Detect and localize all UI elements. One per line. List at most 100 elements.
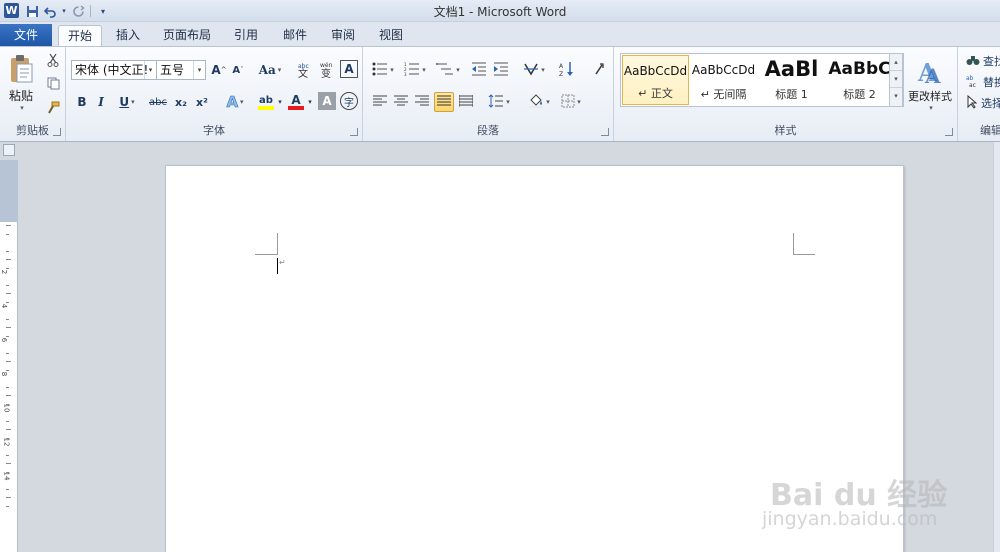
replace-icon: ab ac — [966, 74, 980, 91]
format-painter-button[interactable] — [44, 99, 62, 119]
font-group: 宋体 (中文正! ▾ 五号 ▾ A ^ Aˇ Aa ▾ abc 文 wén 变 A — [66, 47, 363, 141]
font-name-dropdown-icon[interactable]: ▾ — [144, 61, 156, 79]
styles-gallery-scroll: ▴ ▾ ▾ — [889, 53, 903, 107]
justify-button[interactable] — [434, 92, 454, 112]
find-button[interactable]: 查找 — [966, 51, 1000, 71]
grow-font-caret-icon: ^ — [220, 66, 227, 74]
decrease-indent-button[interactable] — [469, 60, 489, 80]
tab-page-layout[interactable]: 页面布局 — [154, 25, 220, 46]
show-formatting-marks-button[interactable] — [589, 60, 609, 80]
character-border-button[interactable]: A — [340, 60, 358, 78]
bold-button[interactable]: B — [74, 92, 90, 112]
change-case-dropdown-icon: ▾ — [277, 66, 282, 74]
align-center-icon — [394, 95, 408, 110]
select-button[interactable]: 选择 — [966, 93, 1000, 113]
align-left-button[interactable] — [371, 92, 389, 112]
gallery-scroll-down-icon[interactable]: ▾ — [890, 71, 902, 88]
crop-mark-top-right-vertical — [793, 233, 794, 255]
shrink-font-button[interactable]: Aˇ — [229, 60, 247, 80]
cut-button[interactable] — [44, 51, 62, 71]
strikethrough-button[interactable]: abc — [146, 92, 170, 112]
line-spacing-button[interactable]: ▾ — [485, 92, 513, 112]
tab-insert[interactable]: 插入 — [106, 25, 150, 46]
character-border-icon: A — [344, 62, 354, 76]
replace-button[interactable]: ab ac 替换 — [966, 72, 1000, 92]
ruler-tick — [6, 293, 11, 294]
style-heading-2-sample: AaBbC — [828, 59, 891, 79]
ruler-tick — [6, 250, 9, 252]
tab-file[interactable]: 文件 — [0, 24, 52, 46]
tab-view[interactable]: 视图 — [368, 25, 414, 46]
ribbon-tab-row: 文件 开始 插入 页面布局 引用 邮件 审阅 视图 — [0, 22, 1000, 46]
crop-mark-top-right-horizontal — [793, 254, 815, 255]
borders-icon — [561, 94, 575, 111]
copy-button[interactable] — [44, 75, 62, 95]
sort-icon: AZ — [559, 61, 575, 80]
asian-layout-button[interactable]: ▾ — [521, 60, 547, 80]
increase-indent-button[interactable] — [491, 60, 511, 80]
tab-review[interactable]: 审阅 — [320, 25, 366, 46]
highlight-dropdown-icon[interactable]: ▾ — [276, 92, 284, 112]
style-normal[interactable]: AaBbCcDd ↵ 正文 — [622, 55, 689, 105]
clear-format-button[interactable]: wén 变 — [318, 60, 338, 80]
svg-text:文: 文 — [298, 67, 308, 78]
align-left-icon — [373, 95, 387, 110]
sort-button[interactable]: AZ — [557, 60, 577, 80]
ruler-tick — [6, 259, 11, 260]
change-case-button[interactable]: Aa ▾ — [257, 60, 283, 80]
underline-button[interactable]: U ▾ — [114, 92, 140, 112]
borders-dropdown-icon: ▾ — [577, 98, 581, 106]
ruler-tick — [6, 505, 9, 507]
styles-dialog-launcher-icon[interactable] — [945, 128, 953, 136]
vertical-scrollbar[interactable] — [993, 142, 1000, 552]
numbering-button[interactable]: 1 2 3 ▾ — [401, 60, 429, 80]
ruler-tick — [6, 352, 9, 354]
paragraph-group-label: 段落 — [477, 124, 499, 137]
bullets-button[interactable]: ▾ — [369, 60, 397, 80]
superscript-button[interactable]: x² — [193, 92, 211, 112]
ruler-toggle-icon[interactable] — [3, 144, 15, 156]
borders-button[interactable]: ▾ — [557, 92, 585, 112]
italic-button[interactable]: I — [93, 92, 109, 112]
paste-dropdown-icon: ▾ — [20, 104, 24, 112]
pinyin-guide-icon: abc 文 — [296, 60, 314, 81]
multilevel-list-button[interactable]: ▾ — [433, 60, 463, 80]
font-dialog-launcher-icon[interactable] — [350, 128, 358, 136]
subscript-button[interactable]: x₂ — [172, 92, 190, 112]
gallery-more-icon[interactable]: ▾ — [890, 88, 902, 105]
style-heading-1[interactable]: AaBl 标题 1 — [758, 55, 825, 105]
style-heading-2[interactable]: AaBbC 标题 2 — [826, 55, 893, 105]
tab-mailings[interactable]: 邮件 — [272, 25, 318, 46]
align-center-button[interactable] — [392, 92, 410, 112]
ruler-tick — [6, 369, 9, 371]
text-effect-button[interactable]: A ▾ — [221, 92, 249, 112]
font-size-combo[interactable]: 五号 ▾ — [156, 60, 206, 80]
tab-references[interactable]: 引用 — [224, 25, 268, 46]
font-size-dropdown-icon[interactable]: ▾ — [193, 61, 205, 79]
ruler-tick — [6, 225, 11, 226]
svg-text:ab: ab — [966, 75, 974, 82]
font-color-icon: A — [291, 93, 301, 107]
paste-button[interactable]: 粘贴 ▾ — [4, 51, 38, 115]
line-spacing-icon — [488, 93, 504, 111]
shading-button[interactable]: ▾ — [525, 92, 553, 112]
font-name-combo[interactable]: 宋体 (中文正! ▾ — [71, 60, 157, 80]
character-shading-button[interactable]: A — [318, 92, 336, 110]
change-styles-button[interactable]: AA 更改样式 ▾ — [906, 53, 954, 117]
gallery-scroll-up-icon[interactable]: ▴ — [890, 54, 902, 71]
font-color-button[interactable]: A — [286, 92, 306, 112]
style-no-spacing[interactable]: AaBbCcDd ↵ 无间隔 — [690, 55, 757, 105]
enclose-characters-button[interactable]: 字 — [340, 92, 358, 110]
align-right-button[interactable] — [413, 92, 431, 112]
shrink-font-icon: A — [232, 64, 241, 76]
clipboard-dialog-launcher-icon[interactable] — [53, 128, 61, 136]
grow-font-button[interactable]: A ^ — [210, 60, 228, 80]
pinyin-guide-button[interactable]: abc 文 — [295, 60, 315, 80]
ruler-number: 6 — [0, 337, 9, 343]
highlight-color-swatch — [258, 105, 274, 110]
tab-home[interactable]: 开始 — [58, 25, 102, 46]
svg-text:3: 3 — [404, 72, 407, 76]
paragraph-dialog-launcher-icon[interactable] — [601, 128, 609, 136]
distributed-button[interactable] — [457, 92, 475, 112]
font-color-dropdown-icon[interactable]: ▾ — [306, 92, 314, 112]
